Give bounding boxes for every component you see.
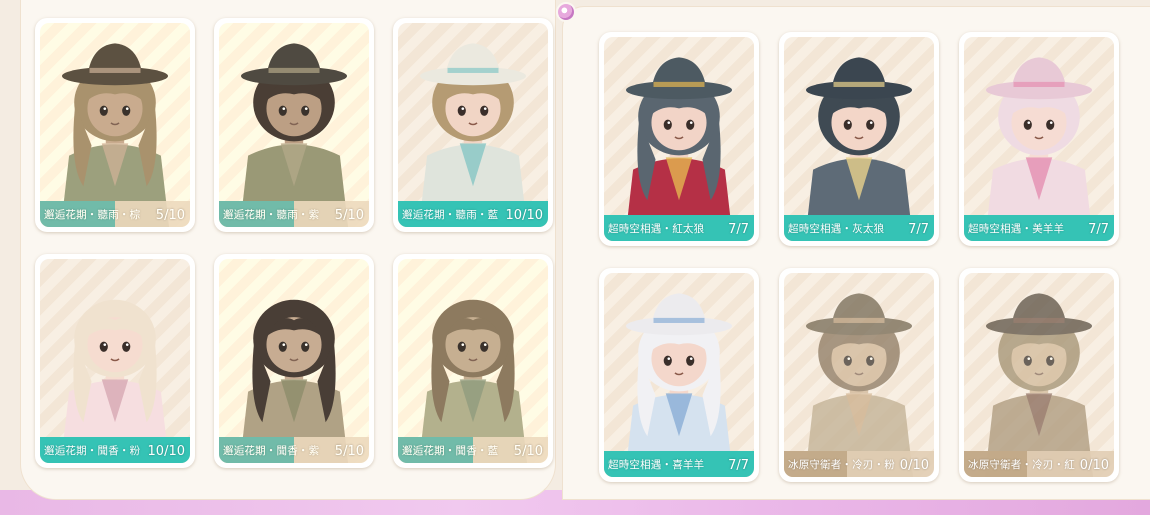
outfit-progress-count: 7/7 <box>1088 222 1109 237</box>
outfit-card-art: 邂逅花期・聞香・藍 5/10 <box>398 259 548 463</box>
outfit-progress-bar: 邂逅花期・聽雨・藍 10/10 <box>398 201 548 227</box>
outfit-name-label: 超時空相遇・喜羊羊 <box>608 459 705 471</box>
outfit-avatar <box>804 57 914 241</box>
outfit-progress-count: 5/10 <box>334 208 364 223</box>
outfit-progress-bar: 邂逅花期・聞香・紫 5/10 <box>219 437 369 463</box>
outfit-progress-count: 0/10 <box>899 458 929 473</box>
outfit-name-label: 邂逅花期・聽雨・紫 <box>223 209 320 221</box>
outfit-card[interactable]: 邂逅花期・聞香・紫 5/10 <box>214 254 374 468</box>
outfit-name-label: 邂逅花期・聽雨・棕 <box>44 209 141 221</box>
outfit-name-label: 邂逅花期・聞香・紫 <box>223 445 320 457</box>
outfit-name-label: 超時空相遇・紅太狼 <box>608 223 705 235</box>
outfit-card[interactable]: 邂逅花期・聽雨・棕 5/10 <box>35 18 195 232</box>
outfit-card-art: 超時空相遇・紅太狼 7/7 <box>604 37 754 241</box>
outfit-card-art: 超時空相遇・喜羊羊 7/7 <box>604 273 754 477</box>
outfit-card[interactable]: 邂逅花期・聞香・藍 5/10 <box>393 254 553 468</box>
outfit-avatar <box>624 57 734 241</box>
outfit-avatar <box>239 299 349 463</box>
outfit-name-label: 邂逅花期・聞香・藍 <box>402 445 499 457</box>
outfit-card[interactable]: 邂逅花期・聞香・粉 10/10 <box>35 254 195 468</box>
outfit-name-label: 邂逅花期・聽雨・藍 <box>402 209 499 221</box>
outfit-progress-bar: 冰原守衛者・冷刃・紅 0/10 <box>964 451 1114 477</box>
outfit-card-art: 邂逅花期・聽雨・紫 5/10 <box>219 23 369 227</box>
outfit-card[interactable]: 冰原守衛者・冷刃・粉 0/10 <box>779 268 939 482</box>
outfit-card-art: 冰原守衛者・冷刃・紅 0/10 <box>964 273 1114 477</box>
outfit-progress-count: 10/10 <box>147 444 185 459</box>
outfit-name-label: 冰原守衛者・冷刃・紅 <box>968 459 1075 471</box>
outfit-progress-count: 5/10 <box>513 444 543 459</box>
outfit-avatar <box>60 299 170 463</box>
outfit-progress-count: 10/10 <box>505 208 543 223</box>
outfit-card[interactable]: 超時空相遇・灰太狼 7/7 <box>779 32 939 246</box>
outfit-avatar <box>984 57 1094 241</box>
outfit-card-art: 邂逅花期・聞香・粉 10/10 <box>40 259 190 463</box>
outfit-name-label: 冰原守衛者・冷刃・粉 <box>788 459 895 471</box>
outfit-avatar <box>804 293 914 477</box>
outfit-progress-bar: 超時空相遇・紅太狼 7/7 <box>604 215 754 241</box>
outfit-progress-count: 5/10 <box>155 208 185 223</box>
outfit-card[interactable]: 邂逅花期・聽雨・藍 10/10 <box>393 18 553 232</box>
outfit-card[interactable]: 超時空相遇・喜羊羊 7/7 <box>599 268 759 482</box>
outfit-card[interactable]: 超時空相遇・紅太狼 7/7 <box>599 32 759 246</box>
outfit-card-art: 超時空相遇・美羊羊 7/7 <box>964 37 1114 241</box>
outfit-name-label: 邂逅花期・聞香・粉 <box>44 445 141 457</box>
outfit-avatar <box>239 43 349 227</box>
outfit-card-art: 邂逅花期・聞香・紫 5/10 <box>219 259 369 463</box>
outfit-avatar <box>418 43 528 227</box>
outfit-progress-bar: 邂逅花期・聽雨・紫 5/10 <box>219 201 369 227</box>
outfit-progress-count: 5/10 <box>334 444 364 459</box>
outfit-progress-bar: 超時空相遇・喜羊羊 7/7 <box>604 451 754 477</box>
outfit-card-art: 超時空相遇・灰太狼 7/7 <box>784 37 934 241</box>
outfit-progress-bar: 超時空相遇・美羊羊 7/7 <box>964 215 1114 241</box>
outfit-progress-count: 0/10 <box>1079 458 1109 473</box>
outfit-card[interactable]: 冰原守衛者・冷刃・紅 0/10 <box>959 268 1119 482</box>
panel-corner-gem-icon <box>556 2 576 22</box>
outfit-card-art: 邂逅花期・聽雨・棕 5/10 <box>40 23 190 227</box>
outfit-progress-count: 7/7 <box>728 222 749 237</box>
outfit-progress-count: 7/7 <box>908 222 929 237</box>
outfit-avatar <box>418 299 528 463</box>
outfit-progress-bar: 邂逅花期・聞香・藍 5/10 <box>398 437 548 463</box>
outfit-name-label: 超時空相遇・灰太狼 <box>788 223 885 235</box>
outfit-card-art: 邂逅花期・聽雨・藍 10/10 <box>398 23 548 227</box>
outfit-progress-bar: 超時空相遇・灰太狼 7/7 <box>784 215 934 241</box>
outfit-avatar <box>60 43 170 227</box>
outfit-progress-bar: 冰原守衛者・冷刃・粉 0/10 <box>784 451 934 477</box>
outfit-card[interactable]: 邂逅花期・聽雨・紫 5/10 <box>214 18 374 232</box>
outfit-avatar <box>984 293 1094 477</box>
outfit-card[interactable]: 超時空相遇・美羊羊 7/7 <box>959 32 1119 246</box>
outfit-progress-bar: 邂逅花期・聽雨・棕 5/10 <box>40 201 190 227</box>
outfit-progress-bar: 邂逅花期・聞香・粉 10/10 <box>40 437 190 463</box>
outfit-card-art: 冰原守衛者・冷刃・粉 0/10 <box>784 273 934 477</box>
outfit-avatar <box>624 293 734 477</box>
outfit-name-label: 超時空相遇・美羊羊 <box>968 223 1065 235</box>
outfit-progress-count: 7/7 <box>728 458 749 473</box>
